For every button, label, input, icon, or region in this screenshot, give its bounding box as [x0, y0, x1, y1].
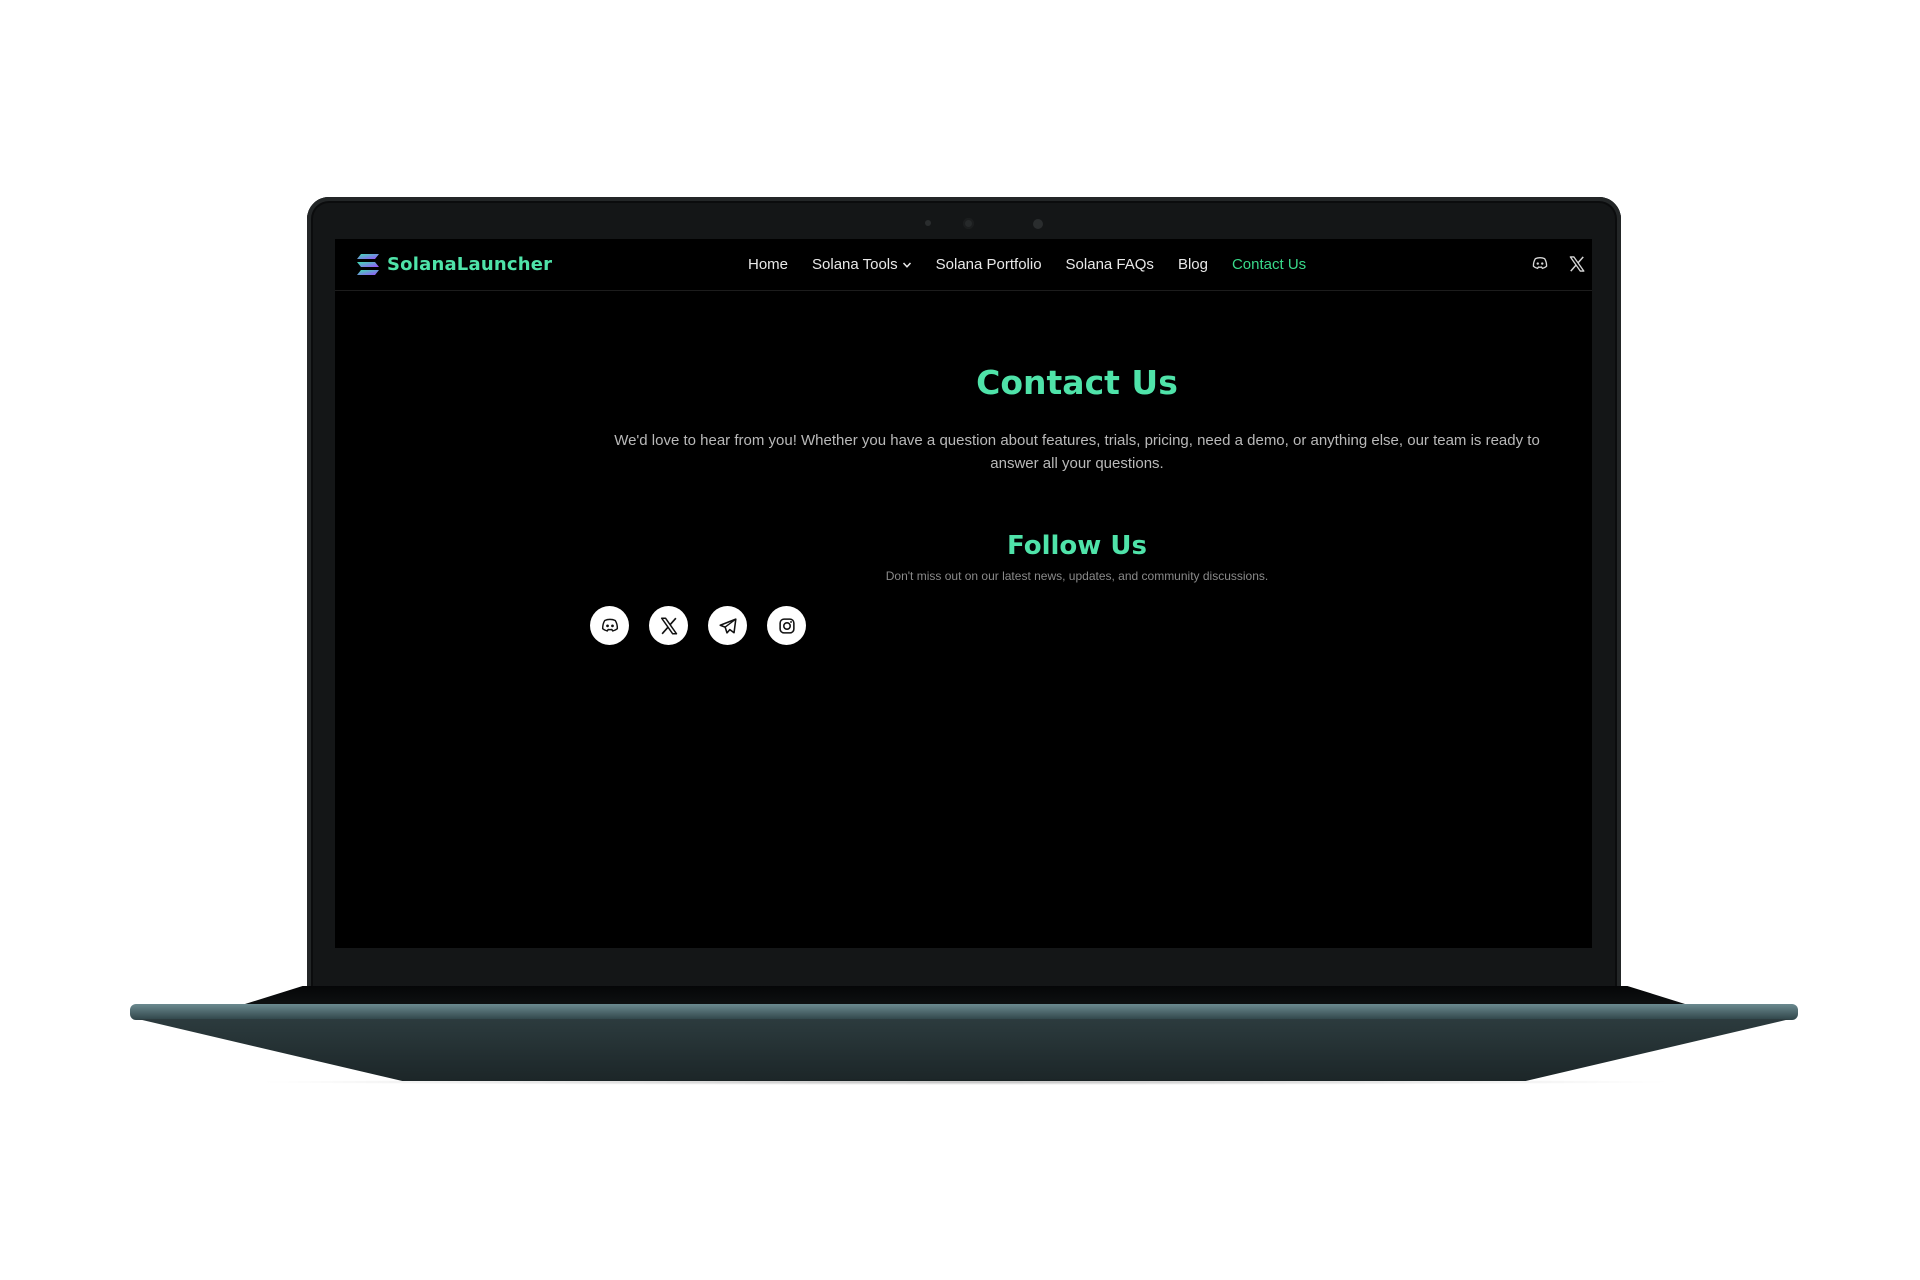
webcam: [963, 218, 974, 229]
contact-description: We'd love to hear from you! Whether you …: [614, 432, 1540, 472]
nav-blog[interactable]: Blog: [1178, 256, 1208, 273]
social-links: [590, 606, 806, 645]
instagram-icon: [778, 617, 795, 634]
discord-link[interactable]: [590, 606, 629, 645]
nav-solana-faqs[interactable]: Solana FAQs: [1066, 256, 1154, 273]
nav-solana-tools[interactable]: Solana Tools: [812, 256, 912, 273]
main-menu: Home Solana Tools Solana Portfolio Solan…: [748, 256, 1330, 273]
discord-icon[interactable]: [1530, 254, 1550, 274]
nav-contact-us[interactable]: Contact Us: [1232, 256, 1306, 273]
follow-title: Follow Us: [1007, 531, 1147, 561]
device-mockup: SolanaLauncher Home Solana Tools Solana …: [0, 0, 1920, 1280]
solana-logo-icon: [357, 254, 379, 275]
navbar: SolanaLauncher Home Solana Tools Solana …: [335, 239, 1592, 291]
screen: SolanaLauncher Home Solana Tools Solana …: [335, 239, 1592, 948]
chevron-down-icon: [902, 261, 911, 268]
nav-solana-tools-label: Solana Tools: [812, 256, 898, 273]
follow-subtitle: Don't miss out on our latest news, updat…: [885, 569, 1269, 583]
telegram-icon: [718, 617, 737, 634]
telegram-link[interactable]: [708, 606, 747, 645]
nav-solana-portfolio[interactable]: Solana Portfolio: [936, 256, 1042, 273]
x-link[interactable]: [649, 606, 688, 645]
laptop-base: [138, 1019, 1790, 1081]
nav-home[interactable]: Home: [748, 256, 788, 273]
instagram-link[interactable]: [767, 606, 806, 645]
sensor-dot: [1033, 219, 1043, 229]
sensor-dot: [925, 220, 931, 226]
brand[interactable]: SolanaLauncher: [357, 254, 552, 275]
x-icon[interactable]: [1567, 254, 1587, 274]
laptop-shadow: [250, 1079, 1680, 1085]
laptop-base-edge: [130, 1004, 1798, 1020]
x-icon: [660, 616, 677, 635]
laptop-hinge: [245, 986, 1685, 1004]
brand-name: SolanaLauncher: [387, 254, 553, 275]
discord-icon: [601, 618, 618, 632]
laptop-lid: SolanaLauncher Home Solana Tools Solana …: [307, 197, 1621, 1003]
contact-title: Contact Us: [976, 363, 1178, 402]
